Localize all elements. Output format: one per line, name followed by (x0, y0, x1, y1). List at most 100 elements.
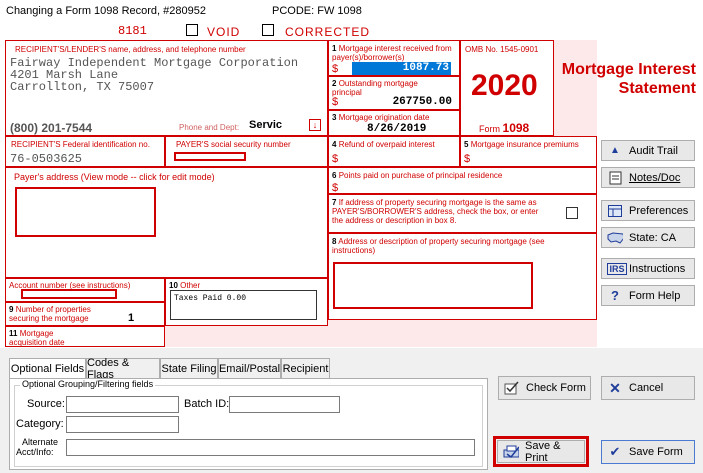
box10-number: 10 (169, 281, 178, 290)
box1-label: Mortgage interest received from payer(s)… (332, 44, 452, 62)
checkmark-icon: ✔ (609, 444, 621, 459)
box7-checkbox[interactable] (566, 207, 578, 219)
optional-fields-panel: Optional Grouping/Filtering fields Sourc… (9, 378, 488, 470)
box9-number: 9 (9, 305, 14, 314)
source-label: Source: (27, 398, 65, 410)
phone-dept-value[interactable]: Servic (249, 119, 282, 131)
box8-label: Address or description of property secur… (332, 237, 545, 255)
preferences-button[interactable]: Preferences (601, 200, 695, 221)
batch-id-label: Batch ID: (184, 398, 230, 410)
box7-same-address: 7 If address of property securing mortga… (328, 194, 597, 233)
category-label: Category: (16, 418, 64, 430)
box10-value[interactable]: Taxes Paid 0.00 (170, 290, 317, 320)
preferences-icon (607, 204, 623, 218)
batch-id-input[interactable] (229, 396, 340, 413)
box2-label: Outstanding mortgage principal (332, 79, 418, 97)
box2-value[interactable]: 267750.00 (349, 96, 452, 108)
box4-refund[interactable]: 4 Refund of overpaid interest $ (328, 136, 460, 167)
tab-state-filing[interactable]: State Filing (160, 358, 218, 378)
check-form-label: Check Form (526, 382, 586, 394)
source-input[interactable] (66, 396, 179, 413)
void-checkbox[interactable] (186, 24, 198, 36)
box1-value[interactable]: 1087.73 (352, 62, 451, 75)
box11-label: Mortgage acquisition date (9, 329, 65, 347)
question-icon: ? (611, 288, 619, 303)
fed-id-box[interactable]: RECIPIENT'S Federal identification no. 7… (5, 136, 165, 167)
fed-id-value: 76-0503625 (10, 152, 83, 166)
box3-number: 3 (332, 113, 337, 122)
tax-year: 2020 (471, 69, 538, 102)
alternate-label: Alternate (22, 437, 59, 447)
cancel-button[interactable]: ✕ Cancel (601, 376, 695, 400)
box8-property-address[interactable]: 8 Address or description of property sec… (328, 233, 597, 320)
save-print-button[interactable]: Save & Print (497, 439, 585, 464)
recipient-city: Carrollton, TX 75007 (10, 80, 155, 94)
box1-dollar: $ (332, 63, 339, 75)
save-form-label: Save Form (629, 446, 683, 458)
check-form-button[interactable]: Check Form (498, 376, 591, 400)
form-number: 1098 (502, 121, 530, 135)
box8-input[interactable] (333, 262, 533, 309)
tab-email-postal[interactable]: Email/Postal (218, 358, 281, 378)
notes-doc-label: Notes/Doc (629, 171, 681, 184)
account-input[interactable] (21, 289, 117, 299)
box5-dollar: $ (464, 153, 471, 165)
box5-number: 5 (464, 140, 469, 149)
payer-ssn-input[interactable] (174, 152, 246, 161)
state-button[interactable]: State: CA (601, 227, 695, 248)
box8-number: 8 (332, 237, 337, 246)
notes-icon (607, 171, 623, 185)
box3-value[interactable]: 8/26/2019 (367, 123, 426, 135)
box9-label: Number of properties securing the mortga… (9, 305, 91, 323)
tab-recipient[interactable]: Recipient (281, 358, 330, 378)
box11-acquisition-date[interactable]: 11 Mortgage acquisition date (5, 326, 165, 347)
form-prefix: Form (479, 124, 500, 134)
state-label: State: CA (629, 231, 677, 244)
box2-dollar: $ (332, 96, 339, 108)
box9-value[interactable]: 1 (128, 312, 134, 324)
payer-address-input[interactable] (15, 187, 156, 237)
cancel-label: Cancel (629, 382, 664, 394)
box4-dollar: $ (332, 153, 339, 165)
payer-ssn-label: PAYER'S social security number (176, 140, 291, 149)
account-box[interactable]: Account number (see instructions) (5, 278, 165, 302)
box1-mortgage-interest[interactable]: 1 Mortgage interest received from payer(… (328, 40, 460, 76)
fed-id-label: RECIPIENT'S Federal identification no. (11, 140, 150, 149)
box4-label: Refund of overpaid interest (338, 140, 435, 149)
save-form-button[interactable]: ✔ Save Form (601, 440, 695, 464)
box10-other[interactable]: 10 Other Taxes Paid 0.00 (165, 278, 328, 326)
corrected-checkbox[interactable] (262, 24, 274, 36)
payer-ssn-box[interactable]: PAYER'S social security number (165, 136, 328, 167)
box5-label: Mortgage insurance premiums (470, 140, 579, 149)
recipient-box[interactable]: RECIPIENT'S/LENDER'S name, address, and … (5, 40, 328, 136)
printer-icon (503, 445, 519, 459)
corrected-label: CORRECTED (285, 25, 371, 39)
box5-insurance-premiums[interactable]: 5 Mortgage insurance premiums $ (460, 136, 597, 167)
arrow-down-icon[interactable]: ↓ (309, 119, 321, 131)
audit-trail-button[interactable]: ▲ Audit Trail (601, 140, 695, 161)
box9-properties[interactable]: 9 Number of properties securing the mort… (5, 302, 165, 326)
box10-label: Other (180, 281, 201, 290)
preferences-label: Preferences (629, 204, 689, 217)
box3-origination-date[interactable]: 3 Mortgage origination date 8/26/2019 (328, 110, 460, 136)
box6-points-paid[interactable]: 6 Points paid on purchase of principal r… (328, 167, 597, 194)
close-icon: ✕ (609, 379, 621, 396)
box2-outstanding-principal[interactable]: 2 Outstanding mortgage principal $ 26775… (328, 76, 460, 110)
tab-optional-fields[interactable]: Optional Fields (9, 358, 86, 379)
instructions-button[interactable]: IRS Instructions (601, 258, 695, 279)
box6-label: Points paid on purchase of principal res… (338, 171, 503, 180)
alternate-acct-input[interactable] (66, 439, 475, 456)
tab-codes-flags[interactable]: Codes & Flags (86, 357, 160, 381)
category-input[interactable] (66, 416, 179, 433)
form-help-button[interactable]: ? Form Help (601, 285, 695, 306)
window-title: Changing a Form 1098 Record, #280952 (6, 5, 206, 17)
box3-label: Mortgage origination date (338, 113, 430, 122)
save-print-label: Save & Print (525, 439, 561, 464)
triangle-icon: ▲ (610, 145, 620, 156)
box1-number: 1 (332, 44, 337, 53)
payer-address-box[interactable]: Payer's address (View mode -- click for … (5, 167, 328, 278)
payer-address-label: Payer's address (View mode -- click for … (14, 172, 215, 182)
void-label: VOID (207, 25, 241, 39)
notes-doc-button[interactable]: Notes/Doc (601, 167, 695, 188)
box11-number: 11 (9, 329, 18, 338)
